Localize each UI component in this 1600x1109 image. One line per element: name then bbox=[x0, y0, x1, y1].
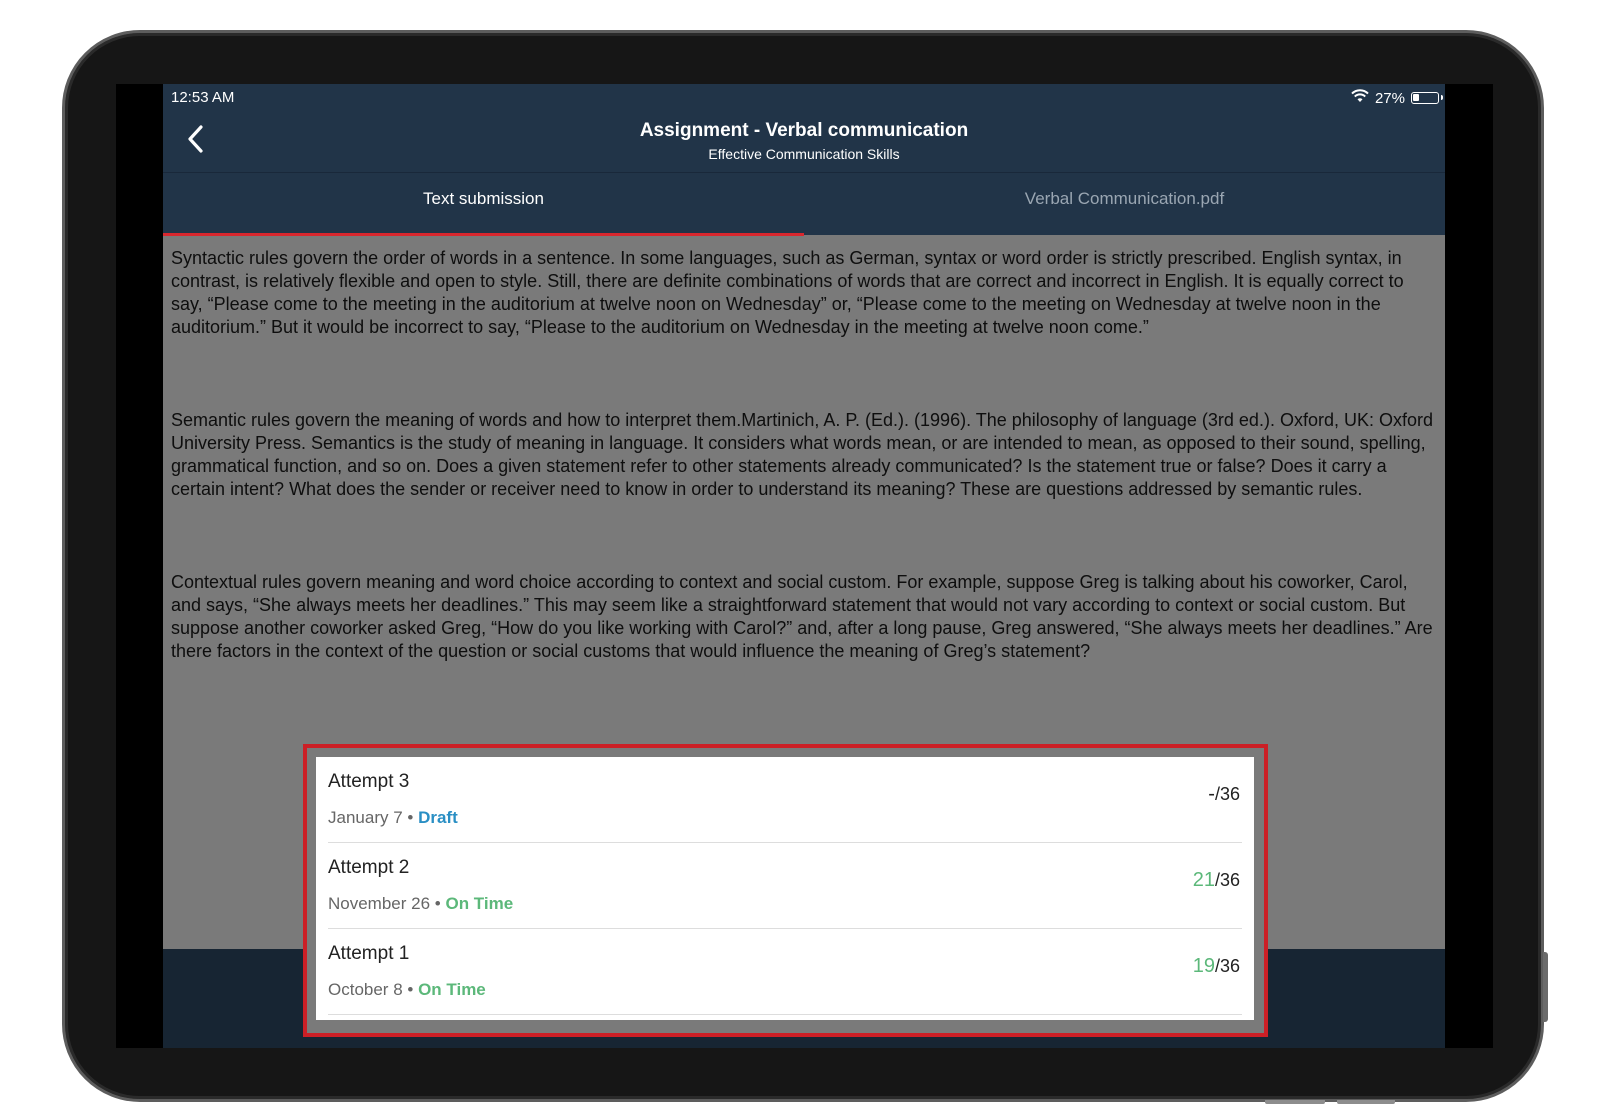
attempt-date: November 26 bbox=[328, 894, 431, 913]
score-value: 19 bbox=[1192, 955, 1215, 977]
attempt-date: January 7 bbox=[328, 808, 403, 827]
page-subtitle: Effective Communication Skills bbox=[708, 146, 900, 162]
attempt-row[interactable]: Attempt 3 January 7 • Draft -/36 bbox=[328, 757, 1242, 843]
tab-verbal-communication-pdf[interactable]: Verbal Communication.pdf bbox=[804, 173, 1445, 231]
attempt-date: October 8 bbox=[328, 980, 403, 999]
battery-level bbox=[1413, 94, 1419, 101]
attempt-status: Draft bbox=[418, 808, 458, 827]
score-value: 21 bbox=[1192, 869, 1215, 891]
status-time: 12:53 AM bbox=[171, 89, 235, 106]
separator: • bbox=[402, 808, 419, 827]
separator: • bbox=[430, 894, 446, 913]
tab-text-submission[interactable]: Text submission bbox=[163, 173, 804, 236]
app-header: 12:53 AM 27% Assignment - Verbal communi… bbox=[163, 84, 1445, 236]
score-total: /36 bbox=[1214, 784, 1240, 804]
volume-button bbox=[1337, 1100, 1395, 1104]
attempt-status: On Time bbox=[418, 980, 486, 999]
status-indicators: 27% bbox=[1351, 89, 1443, 107]
attempt-row[interactable]: Attempt 1 October 8 • On Time 19/36 bbox=[328, 929, 1242, 1015]
paragraph: Syntactic rules govern the order of word… bbox=[171, 248, 1404, 337]
score-total: /36 bbox=[1214, 956, 1240, 976]
attempt-score: -/36 bbox=[1208, 783, 1240, 806]
submission-text: Syntactic rules govern the order of word… bbox=[163, 235, 1445, 733]
score-value: - bbox=[1208, 783, 1215, 805]
score-total: /36 bbox=[1214, 870, 1240, 890]
attempt-row[interactable]: Attempt 2 November 26 • On Time 21/36 bbox=[328, 843, 1242, 929]
battery-percent: 27% bbox=[1374, 89, 1405, 107]
attempt-title: Attempt 1 bbox=[328, 943, 410, 964]
attempt-meta: January 7 • Draft bbox=[328, 808, 458, 828]
attempt-status: On Time bbox=[445, 894, 514, 913]
attempt-score: 19/36 bbox=[1193, 955, 1240, 978]
attempt-meta: October 8 • On Time bbox=[328, 980, 486, 1000]
attempt-score: 21/36 bbox=[1193, 869, 1240, 892]
attempt-title: Attempt 3 bbox=[328, 771, 410, 792]
attempt-meta: November 26 • On Time bbox=[328, 894, 513, 914]
paragraph: Semantic rules govern the meaning of wor… bbox=[171, 410, 1433, 499]
paragraph: Contextual rules govern meaning and word… bbox=[171, 572, 1433, 661]
attempt-title: Attempt 2 bbox=[328, 857, 410, 878]
volume-button bbox=[1265, 1100, 1325, 1104]
page-title: Assignment - Verbal communication bbox=[639, 120, 969, 141]
side-button bbox=[1543, 952, 1548, 1022]
wifi-icon bbox=[1351, 89, 1369, 107]
separator: • bbox=[402, 980, 419, 999]
battery-icon bbox=[1411, 92, 1443, 104]
attempts-list: Attempt 3 January 7 • Draft -/36 Attempt… bbox=[316, 757, 1254, 1020]
tab-bar: Text submission Verbal Communication.pdf bbox=[163, 172, 1445, 236]
